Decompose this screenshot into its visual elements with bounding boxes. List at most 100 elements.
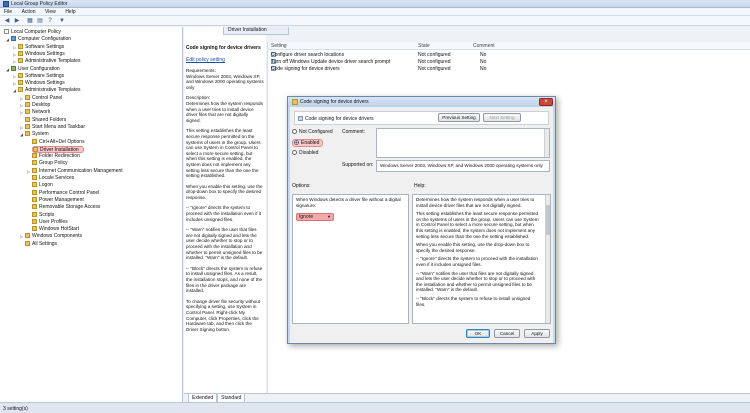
menu-file[interactable]: File bbox=[0, 8, 16, 16]
folder-icon bbox=[18, 80, 23, 86]
comment-scrollbar[interactable] bbox=[544, 129, 549, 157]
tree-item[interactable]: User Profiles bbox=[32, 218, 68, 226]
table-row[interactable]: Turn off Windows Update device driver se… bbox=[268, 59, 750, 66]
expander-icon[interactable]: ▷ bbox=[13, 58, 16, 65]
menu-view[interactable]: View bbox=[41, 8, 60, 16]
tree-item[interactable]: Performance Control Panel bbox=[32, 189, 99, 197]
menu-action[interactable]: Action bbox=[18, 8, 40, 16]
radio-enabled[interactable]: Enabled bbox=[292, 139, 324, 147]
tree-item[interactable]: ▷ Control Panel bbox=[20, 94, 62, 102]
folder-icon bbox=[25, 240, 30, 246]
tree-item[interactable]: Folder Redirection bbox=[32, 153, 80, 160]
folder-icon bbox=[32, 211, 37, 217]
tree-item[interactable]: Local Computer Policy bbox=[4, 29, 61, 36]
folder-icon bbox=[25, 131, 30, 137]
comment-textarea[interactable] bbox=[376, 128, 550, 158]
back-arrow-icon[interactable]: ◀ bbox=[3, 17, 11, 25]
expander-icon[interactable]: ▷ bbox=[13, 44, 16, 51]
tree-item[interactable]: ▷ Windows Components bbox=[20, 233, 82, 240]
expander-icon[interactable]: ◢ bbox=[20, 131, 23, 138]
ok-button[interactable]: OK bbox=[466, 329, 490, 338]
tree-item-label: Driver Installation bbox=[40, 146, 79, 153]
table-row[interactable]: Code signing for device drivers Not confi… bbox=[268, 66, 750, 73]
category-header-label: Driver Installation bbox=[228, 27, 267, 33]
properties-icon[interactable]: ▤ bbox=[36, 17, 44, 25]
tree-item[interactable]: Group Policy bbox=[32, 160, 68, 167]
computer-icon bbox=[11, 36, 16, 42]
tree-item[interactable]: ▷ Internet Communication Management bbox=[27, 167, 123, 175]
tree-item[interactable]: ▷ Network bbox=[20, 109, 50, 116]
expander-icon[interactable]: ▷ bbox=[20, 124, 23, 131]
tree-item[interactable]: ◢ Administrative Templates bbox=[13, 87, 81, 94]
expander-icon[interactable]: ▷ bbox=[20, 95, 23, 102]
radio-disabled[interactable]: Disabled bbox=[292, 150, 318, 156]
table-row[interactable]: Configure driver search locations Not con… bbox=[268, 52, 750, 59]
tree-item[interactable]: ▷ Windows Settings bbox=[13, 80, 65, 87]
radio-not-configured[interactable]: Not Configured bbox=[292, 129, 333, 135]
tree-item[interactable]: ▷ Software Settings bbox=[13, 72, 64, 80]
tree-item[interactable]: ▷ Windows Settings bbox=[13, 50, 65, 58]
tree-item[interactable]: Shared Folders bbox=[25, 116, 66, 124]
folder-icon bbox=[18, 43, 23, 49]
tree-item-label: User Profiles bbox=[39, 218, 68, 225]
folder-icon bbox=[18, 87, 23, 93]
folder-icon bbox=[18, 58, 23, 64]
expander-icon[interactable]: ▷ bbox=[13, 51, 16, 58]
expander-icon[interactable]: ▷ bbox=[20, 102, 23, 109]
help-paragraph: Determines how the system responds when … bbox=[416, 197, 535, 208]
tree-item[interactable]: All Settings bbox=[25, 240, 57, 248]
expander-icon[interactable]: ▷ bbox=[27, 168, 30, 175]
next-setting-button[interactable]: Next Setting bbox=[483, 113, 521, 122]
tree-item[interactable]: Driver Installation bbox=[32, 145, 84, 153]
column-state[interactable]: State bbox=[418, 43, 430, 49]
tree-item[interactable]: Removable Storage Access bbox=[32, 204, 100, 211]
show-hide-tree-icon[interactable]: ▦ bbox=[26, 17, 34, 25]
chevron-down-icon: ▼ bbox=[327, 214, 331, 219]
tree-item[interactable]: ◢ User Configuration bbox=[6, 65, 60, 73]
expander-icon[interactable]: ◢ bbox=[13, 87, 16, 94]
filter-icon[interactable]: ▼ bbox=[58, 17, 66, 25]
window-title: Local Group Policy Editor bbox=[11, 1, 68, 7]
tree-item[interactable]: ◢ System bbox=[20, 131, 49, 138]
menu-help[interactable]: Help bbox=[61, 8, 79, 16]
tree-item[interactable]: Ctrl+Alt+Del Options bbox=[32, 138, 85, 146]
folder-icon bbox=[25, 94, 30, 100]
scroll-thumb[interactable] bbox=[546, 205, 550, 235]
tree-item[interactable]: Scripts bbox=[32, 211, 54, 219]
help-icon[interactable]: ? bbox=[46, 17, 54, 25]
row-state: Not configured bbox=[418, 52, 451, 58]
previous-setting-button[interactable]: Previous Setting bbox=[438, 113, 480, 122]
expander-icon[interactable]: ▷ bbox=[13, 73, 16, 80]
help-paragraph: -- "Block" directs the system to refuse … bbox=[416, 295, 531, 307]
column-setting[interactable]: Setting bbox=[271, 43, 287, 49]
help-label: Help: bbox=[414, 183, 426, 189]
expander-icon[interactable]: ▷ bbox=[20, 233, 23, 240]
response-dropdown[interactable]: Ignore ▼ bbox=[296, 213, 334, 221]
folder-icon bbox=[25, 123, 30, 129]
tree-item-label: Power Management bbox=[39, 196, 84, 203]
cancel-button[interactable]: Cancel bbox=[494, 329, 520, 338]
tree-item[interactable]: ▷ Start Menu and Taskbar bbox=[20, 123, 85, 131]
tree-item[interactable]: ▷ Software Settings bbox=[13, 43, 64, 51]
apply-button[interactable]: Apply bbox=[524, 329, 550, 338]
close-icon[interactable]: × bbox=[539, 98, 553, 106]
tree-item[interactable]: Power Management bbox=[32, 196, 84, 204]
expander-icon[interactable]: ▷ bbox=[20, 109, 23, 116]
forward-arrow-icon[interactable]: ▶ bbox=[13, 17, 21, 25]
tree-item[interactable]: Windows HotStart bbox=[32, 226, 79, 233]
folder-icon bbox=[18, 50, 23, 56]
tree-item[interactable]: ◢ Computer Configuration bbox=[6, 36, 71, 43]
edit-policy-link[interactable]: Edit policy setting bbox=[186, 57, 264, 63]
tree-item[interactable]: Locale Services bbox=[32, 175, 74, 182]
row-setting: Code signing for device drivers bbox=[271, 66, 340, 72]
expander-icon[interactable]: ◢ bbox=[6, 66, 9, 73]
tree-item-label: Removable Storage Access bbox=[39, 204, 101, 211]
expander-icon[interactable]: ▷ bbox=[13, 80, 16, 87]
help-scrollbar[interactable] bbox=[545, 195, 550, 323]
tree-item[interactable]: Logon bbox=[32, 182, 53, 189]
expander-icon[interactable]: ◢ bbox=[6, 36, 9, 43]
column-comment[interactable]: Comment bbox=[473, 43, 495, 49]
tree-item[interactable]: ▷ Desktop bbox=[20, 102, 50, 109]
tree-item-label: Folder Redirection bbox=[39, 153, 80, 160]
tree-item[interactable]: ▷ Administrative Templates bbox=[13, 58, 81, 65]
